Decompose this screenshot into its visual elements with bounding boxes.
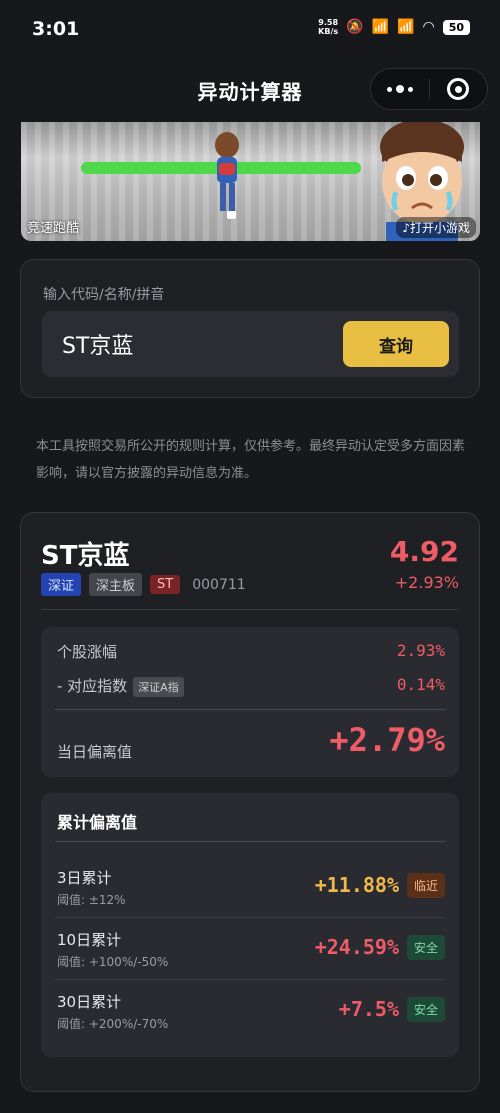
miniapp-capsule [370, 68, 488, 110]
stock-change: +2.93% [394, 573, 459, 592]
divider [55, 709, 445, 710]
deviation-value: +2.79% [329, 721, 445, 759]
music-note-icon: ♪ [402, 221, 410, 235]
cumulative-value: +11.88% [314, 873, 399, 897]
cumulative-value: +7.5% [338, 997, 399, 1021]
status-badge: 临近 [406, 873, 445, 898]
cumulative-title: 累计偏离值 [57, 813, 138, 832]
daily-deviation-box: 个股涨幅 2.93% - 对应指数 深证A指 0.14% 当日偏离值 +2.79% [41, 627, 459, 777]
stock-change-value: 2.93% [396, 641, 445, 660]
ad-game-label: 竞速跑酷 [27, 221, 80, 236]
stock-code: 000711 [192, 576, 246, 593]
network-speed: 9.58 KB/s [318, 18, 339, 36]
status-bar: 3:01 9.58 KB/s 🔕 📶 📶 ◠ 50 [0, 0, 500, 60]
index-tag: 深证A指 [133, 676, 184, 697]
open-game-button[interactable]: ♪打开小游戏 [396, 217, 476, 238]
stock-change-label: 个股涨幅 [57, 643, 118, 661]
target-icon [447, 78, 470, 100]
more-button[interactable] [371, 69, 429, 109]
stock-name: ST京蓝 [41, 541, 130, 571]
stock-tags: 深证 深主板 ST 000711 [41, 573, 246, 596]
close-miniapp-button[interactable] [430, 69, 488, 109]
mute-icon: 🔕 [346, 19, 364, 35]
status-badge: 安全 [406, 935, 445, 960]
search-hint: 输入代码/名称/拼音 [43, 287, 165, 303]
title-bar: 异动计算器 [0, 62, 500, 118]
stock-price: 4.92 [389, 535, 459, 568]
query-button[interactable]: 查询 [343, 321, 449, 367]
divider [41, 609, 459, 610]
exchange-tag: 深证 [41, 573, 82, 596]
signal-2-icon: 📶 [397, 19, 415, 35]
more-dots-icon [386, 85, 413, 93]
cumulative-row-10d: 10日累计 阈值: +100%/-50% +24.59% 安全 [41, 917, 459, 979]
disclaimer-text: 本工具按照交易所公开的规则计算，仅供参考。最终异动认定受多方面因素影响，请以官方… [36, 439, 466, 481]
status-badge: 安全 [406, 997, 445, 1022]
search-card: 输入代码/名称/拼音 查询 [20, 259, 480, 398]
game-ad-banner[interactable]: 竞速跑酷 ♪打开小游戏 [21, 122, 480, 241]
board-tag: 深主板 [89, 573, 143, 596]
cumulative-row-30d: 30日累计 阈值: +200%/-70% +7.5% 安全 [41, 979, 459, 1041]
divider [55, 841, 445, 842]
stock-search-input[interactable] [62, 327, 322, 361]
index-value: 0.14% [396, 675, 445, 694]
cumulative-value: +24.59% [314, 935, 399, 959]
battery-icon: 50 [442, 19, 470, 35]
wifi-icon: ◠ [422, 19, 435, 35]
result-card: ST京蓝 4.92 深证 深主板 ST 000711 +2.93% 个股涨幅 2… [20, 512, 480, 1092]
cumulative-deviation-box: 累计偏离值 3日累计 阈值: ±12% +11.88% 临近 10日累计 阈值:… [41, 793, 459, 1057]
st-tag: ST [150, 575, 181, 594]
index-row-label: - 对应指数 深证A指 [57, 675, 184, 697]
runner-image [215, 132, 239, 219]
status-icons: 9.58 KB/s 🔕 📶 📶 ◠ 50 [318, 18, 470, 36]
signal-icon: 📶 [371, 19, 390, 35]
status-time: 3:01 [32, 18, 80, 40]
deviation-label: 当日偏离值 [57, 743, 133, 761]
search-box: 查询 [42, 311, 459, 377]
cumulative-row-3d: 3日累计 阈值: ±12% +11.88% 临近 [41, 855, 459, 917]
